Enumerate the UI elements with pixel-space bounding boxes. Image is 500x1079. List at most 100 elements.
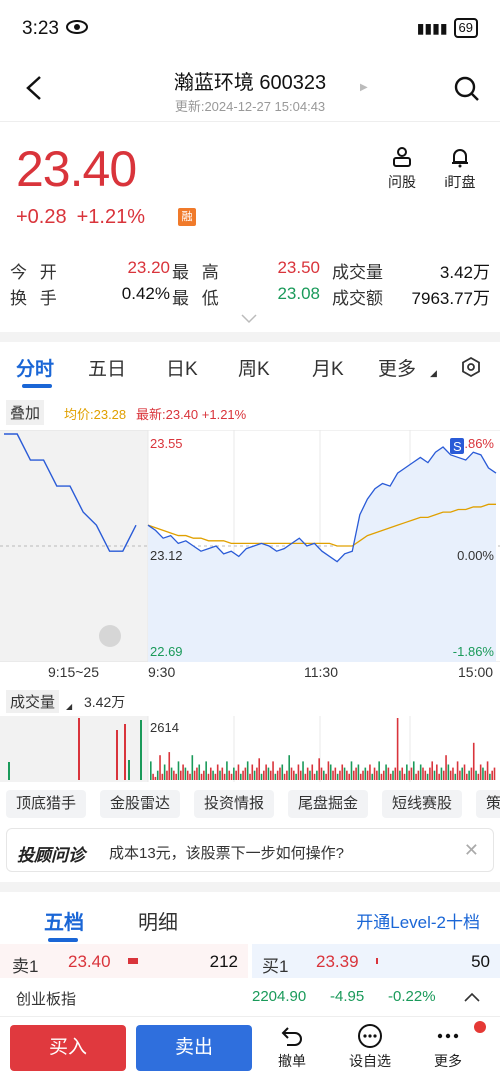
volume-bar (394, 767, 397, 780)
volume-bar (311, 764, 314, 780)
volume-bar (78, 718, 80, 780)
volume-bar (454, 773, 457, 780)
chip[interactable]: 尾盘掘金 (288, 790, 369, 818)
volume-bar (440, 767, 443, 780)
watch-button[interactable]: i盯盘 (440, 146, 480, 192)
volume-indicator-button[interactable]: 成交量 (6, 690, 60, 713)
orderbook-tabs: 五档 明细 开通Level-2十档 (0, 892, 500, 942)
chip[interactable]: 策 (476, 790, 500, 818)
volume-bar (442, 770, 445, 780)
sell-button[interactable]: 卖出 (136, 1025, 252, 1071)
volume-bar (433, 770, 436, 780)
price-change: +0.28 +1.21% (16, 206, 155, 229)
volume-bar (459, 770, 461, 780)
volume-bar (304, 773, 307, 780)
chip[interactable]: 金股雷达 (100, 790, 181, 818)
chevron-up-icon[interactable] (464, 992, 480, 1002)
intraday-chart[interactable]: 23.5523.1222.691.86%0.00%-1.86%S (0, 430, 500, 662)
volume-bar (491, 770, 493, 780)
bell-icon (452, 149, 468, 168)
buy-volume-bar (376, 958, 378, 964)
volume-bar (219, 770, 221, 780)
volume-bar (355, 767, 357, 780)
volume-bar (124, 724, 126, 780)
tab-intraday[interactable]: 分时 (16, 354, 54, 381)
overlay-button[interactable]: 叠加 (6, 400, 45, 425)
volume-bar (486, 761, 489, 780)
settings-hex-icon[interactable] (460, 356, 482, 378)
time-axis: 9:15~25 9:30 11:30 15:00 (0, 662, 500, 686)
chip[interactable]: 投资情报 (194, 790, 275, 818)
volume-bar (203, 770, 205, 780)
volume-bar (196, 767, 198, 780)
tab-daily[interactable]: 日K (166, 354, 198, 381)
time-label: 9:15~25 (48, 664, 99, 680)
avg-price: 均价:23.28 (64, 407, 127, 422)
volume-bar (159, 755, 161, 780)
tab-5day[interactable]: 五日 (88, 354, 126, 381)
open-label: 今 开 (10, 263, 61, 282)
s-badge-label: S (453, 439, 462, 454)
add-watchlist-button[interactable]: 设自选 (340, 1023, 400, 1071)
index-name: 创业板指 (16, 991, 77, 1008)
volume-bar (449, 770, 452, 780)
level2-link[interactable]: 开通Level-2十档 (356, 908, 480, 933)
divider (0, 332, 500, 342)
volume-bar (438, 773, 440, 780)
volume-bar (205, 761, 207, 780)
y-label: 23.55 (150, 436, 183, 451)
volume-bar (283, 773, 286, 780)
volume-bar (216, 764, 219, 780)
index-value: 2204.90 (252, 988, 307, 1005)
tab-underline (22, 384, 52, 388)
volume-bar (226, 761, 228, 780)
buy-button[interactable]: 买入 (10, 1025, 126, 1071)
volume-bar (152, 773, 154, 780)
volume-bar (475, 770, 477, 780)
volume-bar (352, 770, 355, 780)
close-icon[interactable]: ✕ (464, 840, 479, 861)
volume-bar (233, 767, 235, 780)
volume-bar (417, 770, 420, 780)
next-stock-icon[interactable]: ▶ (360, 82, 368, 93)
index-percent: -0.22% (388, 988, 436, 1005)
chip[interactable]: 顶底猎手 (6, 790, 87, 818)
search-icon[interactable] (454, 76, 480, 102)
buy-qty: 50 (471, 952, 490, 971)
tab-weekly[interactable]: 周K (238, 354, 270, 381)
advisor-question: 成本13元，该股票下一步如何操作? (109, 845, 345, 862)
volume-bar (489, 773, 491, 780)
tab-underline (48, 938, 78, 942)
more-button[interactable]: 更多 (418, 1023, 478, 1071)
volume-bar (399, 770, 401, 780)
low-value: 23.08 (277, 284, 320, 303)
volume-bar (281, 764, 284, 780)
tab-five-levels[interactable]: 五档 (44, 906, 84, 935)
ask-stock-button[interactable]: 问股 (382, 146, 422, 192)
volume-bar (256, 767, 258, 780)
volume-bar (466, 773, 468, 780)
volume-bar (265, 764, 267, 780)
volume-bar (242, 770, 244, 780)
volume-bar (318, 758, 320, 780)
volume-bar (140, 720, 142, 780)
amount-label: 成交额 (332, 289, 383, 308)
chip[interactable]: 短线赛股 (382, 790, 463, 818)
index-ticker[interactable]: 创业板指 2204.90 -4.95 -0.22% (0, 984, 500, 1012)
expand-icon[interactable] (241, 314, 257, 324)
volume-bar (276, 770, 279, 780)
advisor-banner[interactable]: 投顾问诊 成本13元，该股票下一步如何操作? ✕ (6, 828, 494, 872)
volume-bar (323, 770, 325, 780)
cancel-order-button[interactable]: 撤单 (262, 1023, 322, 1071)
tab-details[interactable]: 明细 (138, 906, 178, 935)
volume-bar (150, 761, 152, 780)
volume-bar (253, 770, 256, 780)
volume-bar (168, 752, 171, 780)
volume-bar (198, 764, 201, 780)
margin-badge: 融 (178, 208, 196, 226)
cancel-order-label: 撤单 (278, 1053, 306, 1069)
tab-monthly[interactable]: 月K (312, 354, 344, 381)
volume-bar (274, 773, 277, 780)
divider (0, 882, 500, 892)
tab-more[interactable]: 更多 (378, 354, 416, 381)
